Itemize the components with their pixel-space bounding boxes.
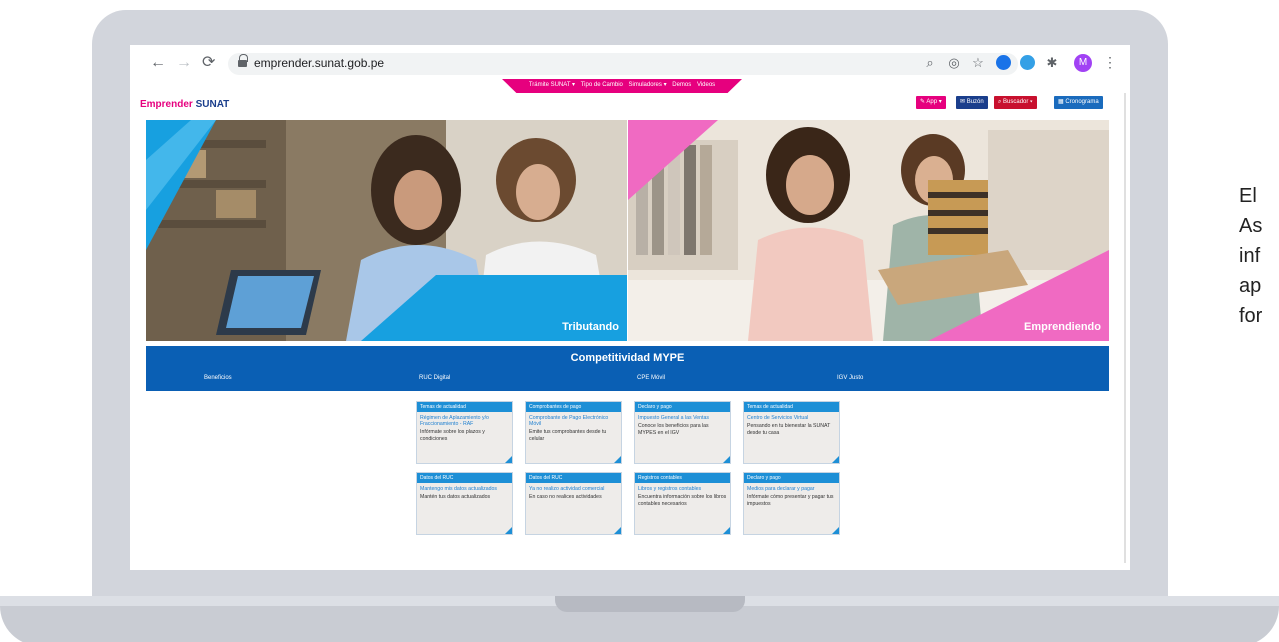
card-libros-contables[interactable]: Registros contables Libros y registros c…	[634, 472, 731, 535]
card-datos-actualizados[interactable]: Datos del RUC Mantengo mis datos actuali…	[416, 472, 513, 535]
logo-emprender: Emprender	[140, 99, 193, 110]
card-corner-icon	[505, 456, 512, 463]
card-text: Encuentra información sobre los libros c…	[638, 494, 727, 507]
laptop-notch	[555, 596, 745, 612]
card-corner-icon	[832, 527, 839, 534]
card-title[interactable]: Impuesto General a las Ventas	[635, 412, 730, 421]
reload-icon[interactable]: ⟳	[202, 54, 215, 72]
band-link-cpe-movil[interactable]: CPE Móvil	[637, 375, 665, 381]
side-text-line-2: As	[1239, 215, 1263, 237]
competitividad-band: Competitividad MYPE Beneficios RUC Digit…	[146, 346, 1109, 391]
card-title[interactable]: Centro de Servicios Virtual	[744, 412, 839, 421]
card-title[interactable]: Medios para declarar y pagar	[744, 483, 839, 492]
card-title[interactable]: Mantengo mis datos actualizados	[417, 483, 512, 492]
url-text: emprender.sunat.gob.pe	[254, 56, 385, 70]
card-title[interactable]: Ya no realizo actividad comercial	[526, 483, 621, 492]
site-logo[interactable]: Emprender SUNAT	[140, 99, 229, 110]
card-raf[interactable]: Temas de actualidad Régimen de Aplazamie…	[416, 401, 513, 464]
side-text-line-4: ap	[1239, 275, 1262, 297]
card-head: Temas de actualidad	[744, 402, 839, 412]
card-igv[interactable]: Declaro y pago Impuesto General a las Ve…	[634, 401, 731, 464]
band-link-igv-justo[interactable]: IGV Justo	[837, 375, 863, 381]
slide: ← → ⟳ emprender.sunat.gob.pe ⌕ ◎ ☆ ✱ M ⋮…	[0, 0, 1279, 642]
card-corner-icon	[614, 456, 621, 463]
more-icon[interactable]: ⋮	[1103, 54, 1117, 71]
band-link-beneficios[interactable]: Beneficios	[204, 375, 232, 381]
card-text: Conoce los beneficios para las MYPES en …	[638, 423, 709, 436]
card-corner-icon	[614, 527, 621, 534]
zoom-icon[interactable]: ⌕	[922, 55, 938, 71]
hero-caption-tributando: Tributando	[562, 321, 619, 333]
card-corner-icon	[832, 456, 839, 463]
eye-off-icon[interactable]: ◎	[946, 55, 962, 71]
browser-window: ← → ⟳ emprender.sunat.gob.pe ⌕ ◎ ☆ ✱ M ⋮…	[130, 45, 1130, 570]
card-text: Infórmate cómo presentar y pagar tus imp…	[747, 494, 834, 507]
nav-tipo-cambio[interactable]: Tipo de Cambio	[581, 82, 623, 88]
side-text-line-5: for	[1239, 305, 1263, 327]
nav-simuladores[interactable]: Simuladores ▾	[629, 82, 667, 88]
lock-icon	[238, 54, 248, 68]
avatar[interactable]: M	[1074, 54, 1092, 72]
extension-globe-icon[interactable]	[996, 55, 1011, 70]
card-text: En caso no realices actividades	[529, 494, 602, 500]
top-navigation: Trámite SUNAT ▾ Tipo de Cambio Simulador…	[502, 79, 742, 93]
band-title: Competitividad MYPE	[570, 352, 685, 364]
nav-demos[interactable]: Demos	[672, 82, 691, 88]
card-servicios-virtual[interactable]: Temas de actualidad Centro de Servicios …	[743, 401, 840, 464]
star-icon[interactable]: ☆	[970, 55, 986, 71]
side-text-line-3: inf	[1239, 245, 1261, 267]
card-sin-actividad[interactable]: Datos del RUC Ya no realizo actividad co…	[525, 472, 622, 535]
card-title[interactable]: Régimen de Aplazamiento y/o Fraccionamie…	[417, 412, 512, 427]
card-head: Declaro y pago	[635, 402, 730, 412]
side-text-line-1: El	[1239, 185, 1257, 207]
buscador-button[interactable]: ⌕ Buscador ▾	[994, 96, 1037, 109]
address-bar[interactable]: emprender.sunat.gob.pe	[228, 53, 1018, 75]
card-corner-icon	[723, 456, 730, 463]
app-button[interactable]: ✎ App ▾	[916, 96, 946, 109]
hero-caption-emprendiendo: Emprendiendo	[1023, 321, 1101, 333]
card-head: Datos del RUC	[417, 473, 512, 483]
card-text: Emite tus comprobantes desde tu celular	[529, 429, 607, 442]
logo-sunat: SUNAT	[195, 99, 230, 110]
card-medios-pago[interactable]: Declaro y pago Medios para declarar y pa…	[743, 472, 840, 535]
card-title[interactable]: Comprobante de Pago Electrónico Móvil	[526, 412, 621, 427]
card-title[interactable]: Libros y registros contables	[635, 483, 730, 492]
nav-videos[interactable]: Videos	[697, 82, 715, 88]
hero-emprendiendo[interactable]: Emprendiendo	[628, 120, 1109, 341]
hero-tributando-image	[146, 120, 627, 341]
card-head: Temas de actualidad	[417, 402, 512, 412]
cronograma-button[interactable]: ▦ Cronograma	[1054, 96, 1103, 109]
card-head: Declaro y pago	[744, 473, 839, 483]
browser-toolbar: ← → ⟳ emprender.sunat.gob.pe ⌕ ◎ ☆ ✱ M ⋮	[130, 45, 1130, 81]
card-text: Infórmate sobre los plazos y condiciones	[420, 429, 485, 442]
forward-arrow-icon[interactable]: →	[176, 54, 192, 72]
hero-emprendiendo-image	[628, 120, 1109, 341]
nav-tramite[interactable]: Trámite SUNAT ▾	[529, 82, 575, 88]
band-link-ruc-digital[interactable]: RUC Digital	[419, 375, 450, 381]
extension-earth-icon[interactable]	[1020, 55, 1035, 70]
hero-tributando[interactable]: Tributando	[146, 120, 627, 341]
buzon-button[interactable]: ✉ Buzón	[956, 96, 988, 109]
puzzle-icon[interactable]: ✱	[1044, 55, 1060, 71]
card-head: Datos del RUC	[526, 473, 621, 483]
vertical-scrollbar[interactable]	[1124, 93, 1126, 563]
card-corner-icon	[505, 527, 512, 534]
back-arrow-icon[interactable]: ←	[150, 54, 166, 72]
card-text: Mantén tus datos actualizados	[420, 494, 491, 500]
card-head: Comprobantes de pago	[526, 402, 621, 412]
card-head: Registros contables	[635, 473, 730, 483]
card-text: Pensando en tu bienestar la SUNAT desde …	[747, 423, 831, 436]
card-comprobante-movil[interactable]: Comprobantes de pago Comprobante de Pago…	[525, 401, 622, 464]
card-corner-icon	[723, 527, 730, 534]
